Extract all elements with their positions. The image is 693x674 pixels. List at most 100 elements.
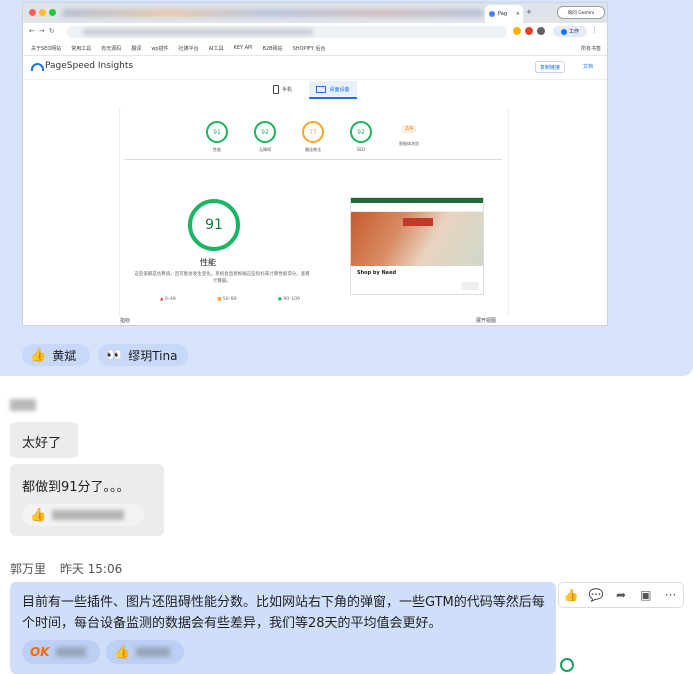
thumbs-up-icon: 👍 — [114, 644, 131, 660]
big-score-label: 性能 — [200, 258, 216, 267]
gemini-label: 询问 Gemini — [567, 10, 595, 16]
forward-icon[interactable]: ➦ — [611, 585, 631, 605]
reaction-chip[interactable]: 👍 — [22, 504, 144, 526]
score-gauge[interactable]: 91 性能 — [202, 121, 232, 153]
report-panel: · 91 性能 92 无障碍 77 最佳做法 92 SEO 2/4 智能体浏览 91 性能 这些值… — [119, 103, 509, 324]
gauge-ring: 92 — [350, 121, 372, 143]
big-score: 91 — [205, 217, 223, 233]
avatar — [560, 28, 567, 35]
menu-icon[interactable]: ⋮ — [591, 26, 598, 34]
desktop-icon — [316, 85, 327, 93]
window-min-dot — [39, 9, 46, 16]
ok-icon: OK — [30, 645, 50, 659]
bookmark-item[interactable]: 社媒平台 — [179, 45, 199, 52]
message-text: 太好了 — [22, 436, 62, 451]
score-gauge[interactable]: 77 最佳做法 — [298, 121, 328, 153]
gauge-label: 智能体浏览 — [399, 141, 419, 146]
copy-link-button[interactable]: 复制链接 — [535, 61, 566, 73]
score-description: 这些值都是估算值，且可能会发生变化。系统会直接根据这些指标来计算性能得分。查看计… — [134, 272, 310, 284]
author-line: 郭万里 昨天 15:06 — [10, 560, 122, 577]
psi-header: PageSpeed Insights 复制链接 文档 — [23, 55, 607, 80]
more-icon[interactable]: ··· — [661, 585, 681, 605]
bookmark-item[interactable]: 翻译 — [131, 45, 141, 52]
extension-icon[interactable] — [525, 27, 533, 35]
score-gauge[interactable]: 92 SEO — [346, 121, 376, 152]
blurred-reactor-name — [136, 647, 171, 657]
tab-title: Pag — [498, 11, 508, 17]
read-receipt-icon — [560, 658, 574, 672]
score-gauges: 91 性能 92 无障碍 77 最佳做法 92 SEO 2/4 智能体浏览 — [202, 121, 442, 157]
reaction-chip[interactable]: OK — [22, 640, 100, 664]
phone-icon — [273, 85, 279, 94]
message-bubble: 都做到91分了。。。 👍 — [10, 464, 164, 536]
divider — [124, 159, 502, 160]
legend-fail: 0–49 — [164, 297, 176, 302]
thumbs-up-icon: 👍 — [30, 507, 47, 523]
performance-big-gauge: 91 — [188, 199, 240, 251]
gauge-label: SEO — [356, 147, 366, 152]
bookmark-item[interactable]: wp插件 — [151, 45, 168, 52]
nav-arrows-icon[interactable]: ←→↻ — [29, 27, 59, 35]
bookmark-item[interactable]: KEY API — [234, 45, 253, 52]
bookmark-item[interactable]: B2B网站 — [263, 45, 283, 52]
active-tab[interactable]: Pag × — [485, 5, 523, 23]
bookmark-item[interactable]: 有无源码 — [101, 45, 121, 52]
address-bar[interactable] — [67, 26, 507, 38]
score-gauge[interactable]: 92 无障碍 — [250, 121, 280, 153]
thumbs-up-icon[interactable]: 👍 — [561, 585, 581, 605]
window-max-dot — [49, 9, 56, 16]
tab-mobile-label: 手机 — [282, 87, 293, 93]
message-time: 昨天 15:06 — [59, 562, 123, 576]
shop-by-need-heading: Shop by Need — [357, 270, 397, 276]
profile-button[interactable]: 工作 — [553, 26, 587, 37]
bookmarks-list: 关于SEO网站 常用工具 有无源码 翻译 wp插件 社媒平台 AI工具 KEY API B2B网… — [23, 41, 607, 52]
docs-link[interactable]: 文档 — [583, 63, 593, 70]
new-tab-icon[interactable]: + — [526, 8, 532, 16]
bookmark-item[interactable]: AI工具 — [209, 45, 224, 52]
gauge-label: 性能 — [213, 147, 221, 152]
agentic-browsing-gauge[interactable]: 2/4 智能体浏览 — [394, 121, 424, 147]
tab-desktop[interactable]: 桌面设备 — [309, 81, 357, 99]
all-bookmarks[interactable]: 所有书签 — [581, 45, 601, 52]
metrics-heading: 指标 — [120, 318, 131, 324]
expand-view-link[interactable]: 展开视图 — [476, 317, 496, 324]
bookmark-item[interactable]: 关于SEO网站 — [31, 45, 61, 52]
bookmark-item[interactable]: 常用工具 — [71, 45, 91, 52]
preview-chat-widget — [461, 282, 479, 290]
pin-icon[interactable]: ▣ — [636, 585, 656, 605]
profile-label: 工作 — [568, 29, 579, 35]
gauge-label: 无障碍 — [259, 147, 271, 152]
comment-icon[interactable]: 💬 — [586, 585, 606, 605]
tab-mobile[interactable]: 手机 — [273, 85, 292, 94]
site-preview: Shop by Need — [350, 197, 484, 295]
message-text: 目前有一些插件、图片还阻碍性能分数。比如网站右下角的弹窗，一些GTM的代码等然后… — [22, 595, 545, 631]
browser-tab-bar: Pag × + — [23, 3, 607, 23]
psi-tab-icon — [489, 11, 495, 17]
reaction-chip[interactable]: 👍 — [106, 640, 184, 664]
bookmark-item[interactable]: SHOPIFY 后台 — [293, 45, 326, 52]
blurred-url — [83, 29, 313, 35]
author-name: 郭万里 — [10, 562, 47, 576]
message-bubble-screenshot: Pag × + ←→↻ 工作 ⋮ 询问 Gemini 关于SEO网站 常用工具 有无… — [0, 0, 693, 376]
eyes-icon: 👀 — [106, 347, 123, 363]
preview-nav — [351, 203, 483, 212]
pwa-badge: 2/4 — [401, 125, 417, 133]
gemini-button[interactable]: 询问 Gemini — [557, 6, 605, 19]
message-hover-toolbar: 👍 💬 ➦ ▣ ··· — [558, 582, 684, 608]
extension-icon[interactable] — [513, 27, 521, 35]
average-square-icon: ■ — [217, 297, 222, 302]
reaction-chip[interactable]: 👍 黄斌 — [22, 344, 90, 366]
browser-toolbar: ←→↻ 工作 ⋮ 询问 Gemini — [23, 6, 607, 42]
psi-title: PageSpeed Insights — [45, 61, 134, 71]
preview-hero-image — [351, 212, 483, 266]
gauge-ring: 91 — [206, 121, 228, 143]
gauge-ring: 77 — [302, 121, 324, 143]
window-close-dot — [29, 9, 36, 16]
gauge-label: 最佳做法 — [305, 147, 321, 152]
message-bubble-selected: 目前有一些插件、图片还阻碍性能分数。比如网站右下角的弹窗，一些GTM的代码等然后… — [10, 582, 556, 674]
screenshot-image[interactable]: Pag × + ←→↻ 工作 ⋮ 询问 Gemini 关于SEO网站 常用工具 有无… — [22, 2, 608, 326]
extension-icon[interactable] — [537, 27, 545, 35]
reaction-chip[interactable]: 👀 缪玥Tina — [98, 344, 188, 366]
tab-close-icon[interactable]: × — [516, 11, 520, 17]
blurred-reactor-name — [55, 647, 86, 657]
